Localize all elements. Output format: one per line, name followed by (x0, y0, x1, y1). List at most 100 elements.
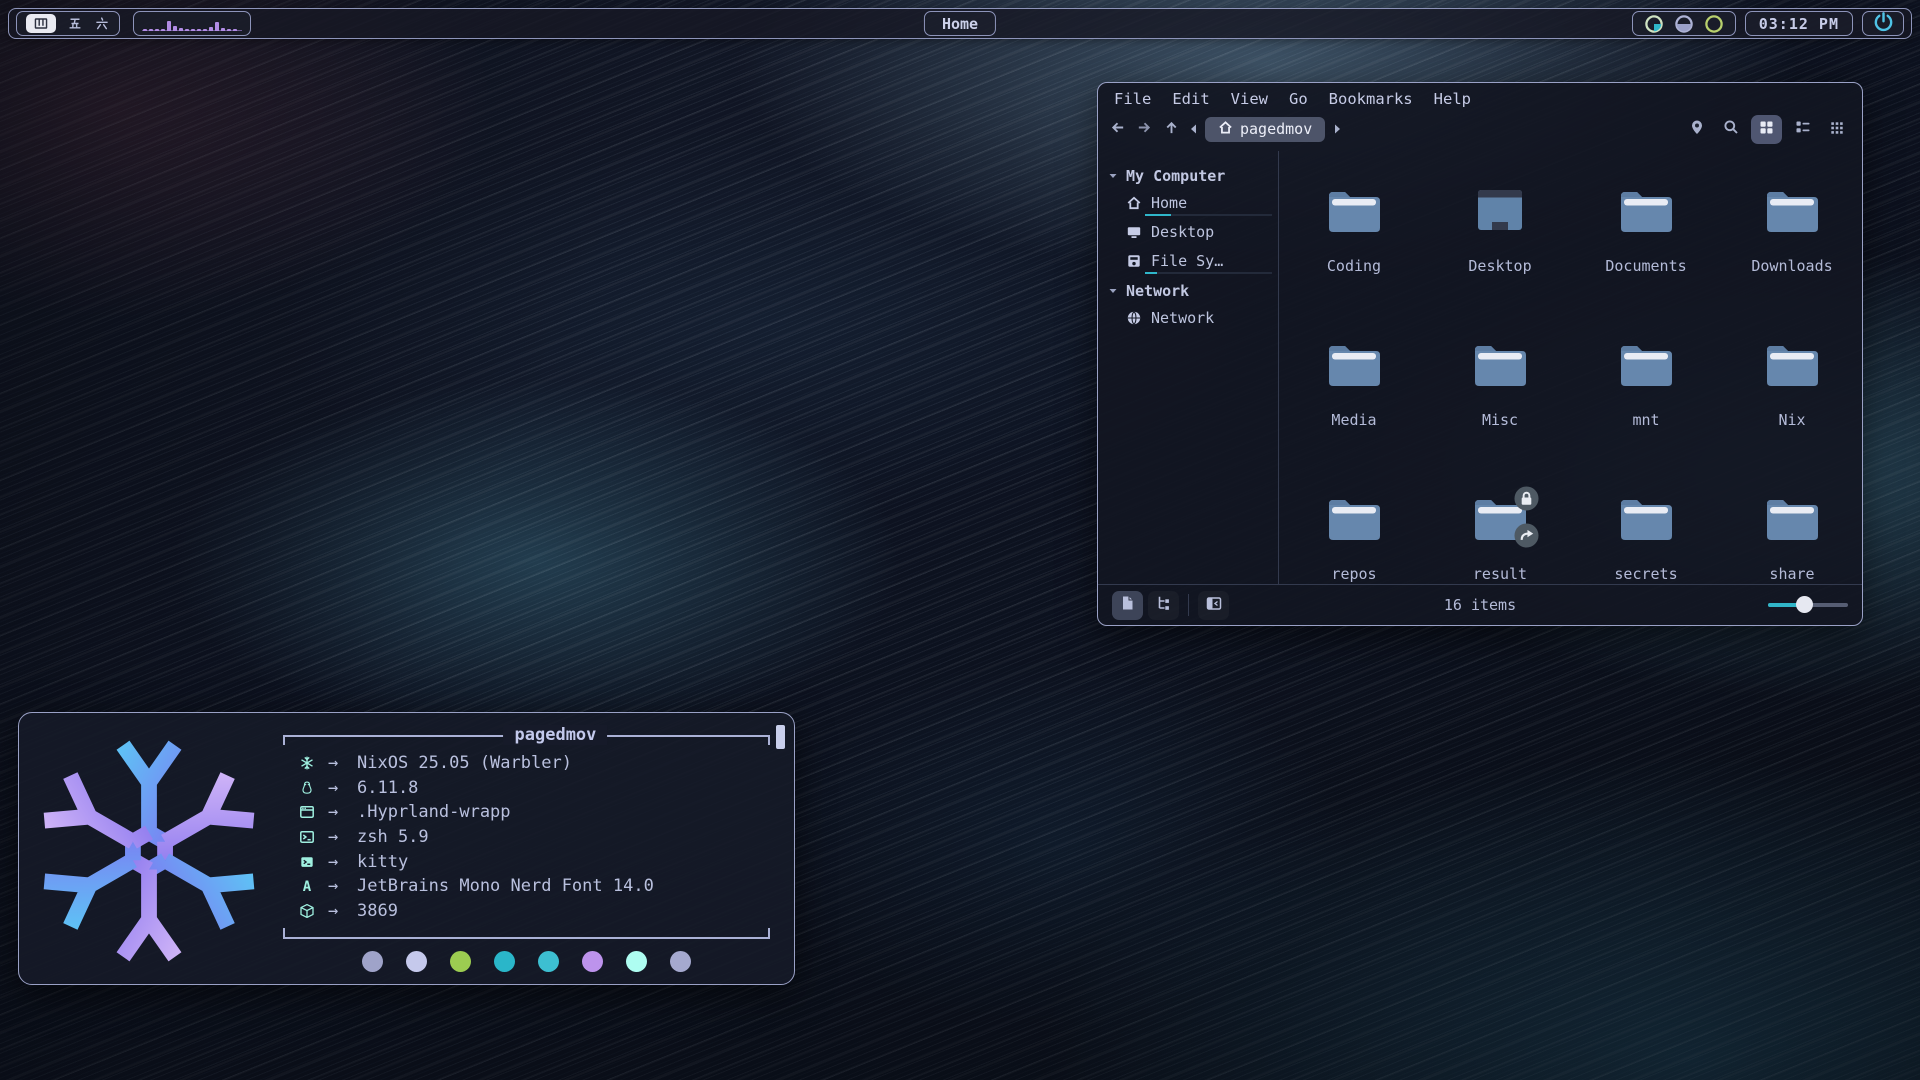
fetch-output: pagedmov →NixOS 25.05 (Warbler)→6.11.8→.… (281, 729, 772, 972)
tree-pane-button[interactable] (1148, 591, 1179, 620)
file-item-desktop[interactable]: Desktop (1427, 187, 1573, 341)
compact-view-button[interactable] (1789, 116, 1816, 143)
fetch-hostname: pagedmov (504, 725, 608, 745)
file-label: Documents (1605, 257, 1686, 275)
fetch-box-top-border: pagedmov (283, 735, 770, 745)
file-manager-body: My ComputerHomeDesktopFile Sy…NetworkNet… (1098, 151, 1862, 584)
sidebar-item-home[interactable]: Home (1108, 189, 1278, 218)
menu-edit[interactable]: Edit (1172, 90, 1209, 108)
search-button[interactable] (1717, 116, 1744, 143)
zoom-slider[interactable] (1768, 596, 1848, 614)
arrow-icon: → (328, 753, 346, 773)
indicator-2[interactable] (1674, 14, 1694, 34)
wm-icon (297, 804, 317, 820)
file-manager-sidebar: My Computer HomeDesktopFile Sy… Network Net… (1098, 151, 1279, 584)
up-button[interactable] (1158, 116, 1185, 143)
visualizer-bar (203, 29, 207, 31)
indicator-1[interactable] (1644, 14, 1664, 34)
visualizer-bar (227, 29, 231, 31)
power-button[interactable] (1862, 11, 1904, 36)
visualizer-bar (191, 29, 195, 31)
path-scroll-left[interactable] (1185, 116, 1201, 142)
workspace-button[interactable] (26, 14, 56, 33)
fetch-value: 6.11.8 (357, 778, 418, 798)
detailed-view-icon (1830, 120, 1844, 139)
fetch-value: JetBrains Mono Nerd Font 14.0 (357, 876, 654, 896)
top-bar: Home 03:12 PM (8, 8, 1912, 39)
power-icon (1873, 11, 1894, 36)
selection-underline (1145, 214, 1272, 216)
back-icon (1109, 119, 1126, 140)
pkg-icon (297, 903, 317, 919)
arrow-icon: → (328, 876, 346, 896)
menu-go[interactable]: Go (1289, 90, 1308, 108)
nixos-logo (33, 735, 265, 967)
zoom-slider-handle[interactable] (1796, 596, 1813, 613)
icon-view-button[interactable] (1751, 115, 1782, 144)
file-item-nix[interactable]: Nix (1719, 341, 1863, 495)
detailed-view-button[interactable] (1823, 116, 1850, 143)
sidebar-group-header[interactable]: Network (1108, 278, 1278, 304)
active-window-title: Home (924, 11, 996, 36)
palette-dot (362, 951, 383, 972)
palette-dot (450, 951, 471, 972)
palette-dot (494, 951, 515, 972)
visualizer-bar (179, 28, 183, 31)
sidebar-group-label: My Computer (1126, 167, 1225, 185)
file-item-documents[interactable]: Documents (1573, 187, 1719, 341)
fetch-value: .Hyprland-wrapp (357, 802, 511, 822)
visualizer-bar (221, 28, 225, 31)
globe-icon (1126, 310, 1142, 326)
sidebar-item-file-sy-[interactable]: File Sy… (1108, 247, 1278, 276)
sidebar-item-desktop[interactable]: Desktop (1108, 218, 1278, 247)
folder-icon (1326, 495, 1382, 541)
folder-icon (1326, 187, 1382, 233)
folder-icon (1472, 341, 1528, 387)
fetch-line: →kitty (297, 849, 772, 874)
fetch-line: →.Hyprland-wrapp (297, 800, 772, 825)
places-pane-button[interactable] (1112, 591, 1143, 620)
fetch-line: →zsh 5.9 (297, 825, 772, 850)
menu-file[interactable]: File (1114, 90, 1151, 108)
forward-icon (1136, 119, 1153, 140)
menu-view[interactable]: View (1231, 90, 1268, 108)
terminal-cursor (776, 725, 785, 749)
file-item-mnt[interactable]: mnt (1573, 341, 1719, 495)
terminal-palette (281, 951, 772, 972)
menu-help[interactable]: Help (1434, 90, 1471, 108)
path-scroll-right[interactable] (1329, 116, 1345, 142)
visualizer-bar (209, 27, 213, 31)
visualizer-bar (143, 29, 147, 31)
file-item-misc[interactable]: Misc (1427, 341, 1573, 495)
sidebar-item-network[interactable]: Network (1108, 304, 1278, 333)
file-manager-window: File Edit View Go Bookmarks Help pagedmov My … (1097, 82, 1863, 626)
sidebar-group-label: Network (1126, 282, 1189, 300)
drive-icon (1126, 253, 1142, 269)
compact-view-icon (1795, 119, 1811, 139)
forward-button[interactable] (1131, 116, 1158, 143)
audio-visualizer (133, 11, 251, 36)
folder-icon (1764, 495, 1820, 541)
back-button[interactable] (1104, 116, 1131, 143)
svg-text:A: A (303, 879, 312, 894)
path-button[interactable]: pagedmov (1205, 117, 1325, 142)
file-item-coding[interactable]: Coding (1281, 187, 1427, 341)
menu-bookmarks[interactable]: Bookmarks (1329, 90, 1413, 108)
selection-underline (1145, 272, 1272, 274)
arrow-icon: → (328, 901, 346, 921)
fetch-line: A → JetBrains Mono Nerd Font 14.0 (297, 874, 772, 899)
chevron-down-icon (1108, 286, 1118, 296)
sidebar-group-header[interactable]: My Computer (1108, 163, 1278, 189)
indicator-3[interactable] (1704, 14, 1724, 34)
folder-icon (1764, 187, 1820, 233)
file-label: mnt (1632, 411, 1659, 429)
file-item-downloads[interactable]: Downloads (1719, 187, 1863, 341)
tux-icon (297, 780, 317, 796)
file-item-media[interactable]: Media (1281, 341, 1427, 495)
palette-dot (670, 951, 691, 972)
visualizer-bar (233, 29, 237, 31)
location-button[interactable] (1683, 116, 1710, 143)
toggle-sidepane-button[interactable] (1198, 591, 1229, 620)
workspace-button[interactable] (67, 16, 83, 31)
workspace-button[interactable] (94, 16, 110, 31)
